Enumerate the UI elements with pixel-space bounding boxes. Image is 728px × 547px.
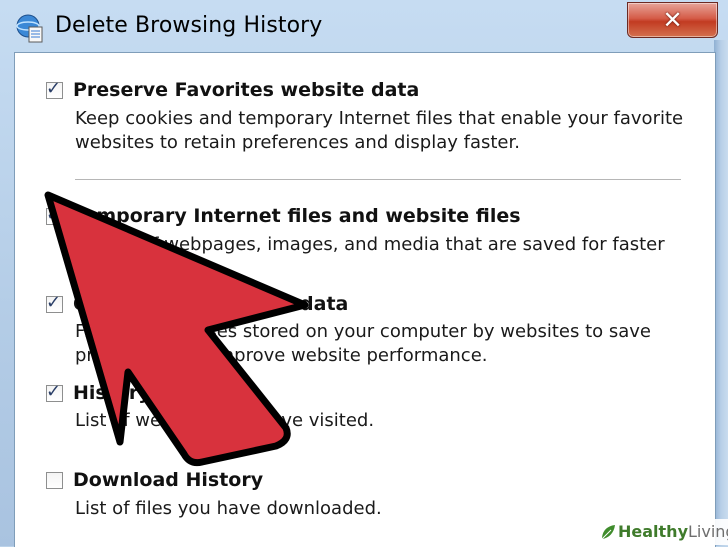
option-description-line: List of files you have downloaded. [75,498,382,519]
watermark-brand-bold: Healthy [618,522,688,541]
checkbox-cookies[interactable]: ✓ [46,292,63,313]
option-title: Download History [73,469,264,491]
leaf-logo-icon [601,525,615,540]
window-frame-right [714,40,728,546]
checkbox-temporary-files[interactable]: ✓ [46,204,63,225]
option-title: History [73,382,151,404]
checkbox-history[interactable]: ✓ [46,381,63,402]
checkbox-download-history[interactable] [46,472,63,489]
checkmark-icon: ✓ [46,381,62,402]
option-description-line: preferences or improve website performan… [75,345,488,366]
option-description-line: Keep cookies and temporary Internet file… [75,108,684,129]
title-bar: Delete Browsing History ✕ [0,0,728,50]
checkmark-icon: ✓ [46,292,62,313]
close-icon: ✕ [662,6,683,34]
options-panel: ✓ Preserve Favorites website data Keep c… [14,52,716,547]
option-description-line: websites to retain preferences and displ… [75,132,520,153]
checkbox-preserve-favorites[interactable]: ✓ [46,78,63,99]
delete-browsing-history-window: Delete Browsing History ✕ ✓ Preserve Fav… [0,0,728,547]
option-title: Cookies and website data [73,293,349,315]
option-title: Preserve Favorites website data [73,79,420,101]
checkmark-icon: ✓ [46,78,62,99]
option-description-line: List of websites you have visited. [75,410,375,431]
close-button[interactable]: ✕ [627,2,718,38]
option-title: Temporary Internet files and website fil… [73,205,521,227]
checkmark-icon: ✓ [46,204,62,225]
watermark-text: HealthyLiving [618,522,728,541]
option-description-line: Files or databases stored on your comput… [75,321,652,342]
separator [75,179,681,180]
watermark: HealthyLiving [594,519,728,545]
watermark-brand-light: Living [688,522,728,541]
window-title: Delete Browsing History [55,13,323,38]
option-description-line: Copies of webpages, images, and media th… [75,234,665,255]
ie-history-icon [16,14,43,43]
